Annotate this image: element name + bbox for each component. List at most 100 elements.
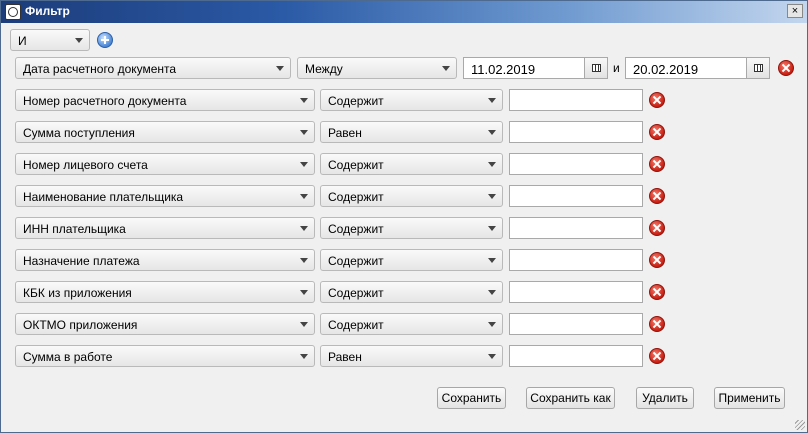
- value-input[interactable]: [509, 313, 643, 335]
- chevron-down-icon: [300, 194, 308, 199]
- title-bar[interactable]: Фильтр ×: [1, 1, 807, 23]
- resize-grip-icon[interactable]: [795, 420, 805, 430]
- chevron-down-icon: [488, 98, 496, 103]
- app-icon: [5, 4, 21, 20]
- value-input[interactable]: [509, 185, 643, 207]
- field-label: Назначение платежа: [23, 254, 140, 268]
- operator-label: Содержит: [328, 286, 384, 300]
- calendar-grid: [592, 64, 601, 72]
- chevron-down-icon: [300, 162, 308, 167]
- chevron-down-icon: [488, 226, 496, 231]
- calendar-icon[interactable]: [746, 57, 770, 79]
- chevron-down-icon: [488, 194, 496, 199]
- logic-operator-select[interactable]: И: [10, 29, 90, 51]
- field-label: Наименование плательщика: [23, 190, 184, 204]
- operator-label: Содержит: [328, 222, 384, 236]
- remove-condition-icon[interactable]: [649, 348, 665, 364]
- operator-select[interactable]: Содержит: [320, 153, 503, 175]
- field-label: КБК из приложения: [23, 286, 132, 300]
- value-input[interactable]: [509, 249, 643, 271]
- chevron-down-icon: [488, 258, 496, 263]
- operator-label: Содержит: [328, 318, 384, 332]
- chevron-down-icon: [488, 290, 496, 295]
- remove-condition-icon[interactable]: [649, 124, 665, 140]
- date-from-input[interactable]: 11.02.2019: [463, 57, 585, 79]
- field-select[interactable]: ИНН плательщика: [15, 217, 315, 239]
- value-input[interactable]: [509, 121, 643, 143]
- value-input[interactable]: [509, 345, 643, 367]
- operator-label: Содержит: [328, 254, 384, 268]
- calendar-grid: [754, 64, 763, 72]
- operator-select[interactable]: Содержит: [320, 281, 503, 303]
- field-label: ИНН плательщика: [23, 222, 126, 236]
- field-select[interactable]: Назначение платежа: [15, 249, 315, 271]
- date-range-separator: и: [613, 61, 620, 75]
- field-select[interactable]: Сумма в работе: [15, 345, 315, 367]
- save-button[interactable]: Сохранить: [437, 387, 506, 409]
- close-button[interactable]: ×: [787, 4, 803, 18]
- chevron-down-icon: [442, 66, 450, 71]
- chevron-down-icon: [300, 98, 308, 103]
- chevron-down-icon: [300, 258, 308, 263]
- remove-condition-icon[interactable]: [649, 252, 665, 268]
- chevron-down-icon: [488, 162, 496, 167]
- field-label: Номер лицевого счета: [23, 158, 148, 172]
- operator-select[interactable]: Равен: [320, 121, 503, 143]
- operator-select[interactable]: Равен: [320, 345, 503, 367]
- logic-operator-value: И: [18, 34, 27, 48]
- field-select[interactable]: Наименование плательщика: [15, 185, 315, 207]
- value-input[interactable]: [509, 89, 643, 111]
- field-select[interactable]: ОКТМО приложения: [15, 313, 315, 335]
- field-label: Номер расчетного документа: [23, 94, 187, 108]
- date-operator-select[interactable]: Между: [297, 57, 457, 79]
- value-input[interactable]: [509, 153, 643, 175]
- operator-select[interactable]: Содержит: [320, 313, 503, 335]
- field-select[interactable]: Сумма поступления: [15, 121, 315, 143]
- field-select[interactable]: Номер лицевого счета: [15, 153, 315, 175]
- remove-condition-icon[interactable]: [649, 316, 665, 332]
- field-select[interactable]: Номер расчетного документа: [15, 89, 315, 111]
- chevron-down-icon: [300, 226, 308, 231]
- remove-condition-icon[interactable]: [649, 188, 665, 204]
- operator-label: Содержит: [328, 94, 384, 108]
- save-as-button[interactable]: Сохранить как: [526, 387, 615, 409]
- apply-button[interactable]: Применить: [714, 387, 785, 409]
- remove-condition-icon[interactable]: [778, 60, 794, 76]
- chevron-down-icon: [300, 354, 308, 359]
- add-condition-icon[interactable]: [97, 32, 113, 48]
- date-to-input[interactable]: 20.02.2019: [625, 57, 747, 79]
- remove-condition-icon[interactable]: [649, 284, 665, 300]
- field-label: Сумма поступления: [23, 126, 135, 140]
- filter-dialog: Фильтр × И Дата расчетного документа Меж…: [0, 0, 808, 433]
- date-field-select[interactable]: Дата расчетного документа: [15, 57, 291, 79]
- remove-condition-icon[interactable]: [649, 156, 665, 172]
- chevron-down-icon: [300, 322, 308, 327]
- operator-select[interactable]: Содержит: [320, 249, 503, 271]
- chevron-down-icon: [488, 354, 496, 359]
- chevron-down-icon: [300, 290, 308, 295]
- operator-select[interactable]: Содержит: [320, 89, 503, 111]
- date-from-value: 11.02.2019: [471, 62, 536, 77]
- operator-select[interactable]: Содержит: [320, 217, 503, 239]
- remove-condition-icon[interactable]: [649, 92, 665, 108]
- value-input[interactable]: [509, 281, 643, 303]
- chevron-down-icon: [488, 130, 496, 135]
- date-to-value: 20.02.2019: [633, 62, 699, 77]
- field-label: Сумма в работе: [23, 350, 113, 364]
- delete-button[interactable]: Удалить: [636, 387, 694, 409]
- value-input[interactable]: [509, 217, 643, 239]
- calendar-icon[interactable]: [584, 57, 608, 79]
- chevron-down-icon: [300, 130, 308, 135]
- chevron-down-icon: [488, 322, 496, 327]
- date-operator-label: Между: [305, 62, 343, 76]
- date-field-label: Дата расчетного документа: [23, 62, 177, 76]
- operator-select[interactable]: Содержит: [320, 185, 503, 207]
- operator-label: Равен: [328, 126, 362, 140]
- chevron-down-icon: [276, 66, 284, 71]
- operator-label: Содержит: [328, 190, 384, 204]
- remove-condition-icon[interactable]: [649, 220, 665, 236]
- operator-label: Равен: [328, 350, 362, 364]
- window-title: Фильтр: [25, 4, 70, 18]
- field-select[interactable]: КБК из приложения: [15, 281, 315, 303]
- operator-label: Содержит: [328, 158, 384, 172]
